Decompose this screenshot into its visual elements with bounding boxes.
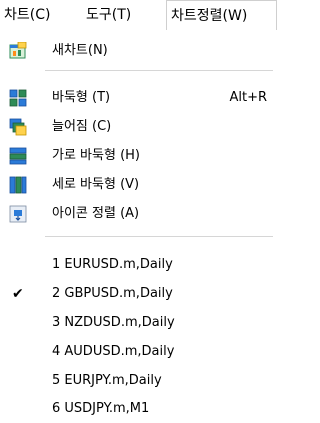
menu-bar: 차트(C) 도구(T) 차트정렬(W) <box>0 0 277 31</box>
tile-vertical-icon <box>9 176 27 194</box>
window-list-item[interactable]: 5 EURJPY.m,Daily <box>0 368 277 394</box>
menu-window[interactable]: 차트정렬(W) <box>166 0 277 31</box>
window-label: 5 EURJPY.m,Daily <box>52 373 162 388</box>
tile-icon <box>9 89 27 107</box>
cascade-icon <box>9 118 27 136</box>
menu-chart[interactable]: 차트(C) <box>0 0 80 30</box>
window-list-item-active[interactable]: ✔ 2 GBPUSD.m,Daily <box>0 281 277 307</box>
menu-item-new-chart[interactable]: 새차트(N) <box>0 38 277 64</box>
menu-item-label: 새차트(N) <box>52 43 108 58</box>
menu-item-tile[interactable]: 바둑형 (T) Alt+R <box>0 85 277 111</box>
window-list-item[interactable]: 3 NZDUSD.m,Daily <box>0 310 277 336</box>
tile-horizontal-icon <box>9 147 27 165</box>
menu-item-label: 가로 바둑형 (H) <box>52 148 140 163</box>
menu-item-arrange-icons[interactable]: 아이콘 정렬 (A) <box>0 201 277 227</box>
menu-separator <box>45 70 273 71</box>
menu-item-cascade[interactable]: 늘어짐 (C) <box>0 114 277 140</box>
check-icon: ✔ <box>12 286 24 302</box>
window-label: 4 AUDUSD.m,Daily <box>52 344 175 359</box>
menu-item-shortcut: Alt+R <box>229 90 267 105</box>
menu-separator <box>45 236 273 237</box>
window-list-item[interactable]: 1 EURUSD.m,Daily <box>0 252 277 278</box>
menu-item-tile-horizontal[interactable]: 가로 바둑형 (H) <box>0 143 277 169</box>
window-label: 6 USDJPY.m,M1 <box>52 401 150 416</box>
arrange-icons-icon <box>9 205 27 223</box>
window-label: 3 NZDUSD.m,Daily <box>52 315 175 330</box>
menu-item-label: 바둑형 (T) <box>52 90 111 105</box>
menu-item-label: 늘어짐 (C) <box>52 119 112 134</box>
window-label: 1 EURUSD.m,Daily <box>52 257 173 272</box>
new-chart-icon <box>9 41 27 60</box>
menu-item-tile-vertical[interactable]: 세로 바둑형 (V) <box>0 172 277 198</box>
window-list-item[interactable]: 6 USDJPY.m,M1 <box>0 396 277 422</box>
menu-item-label: 세로 바둑형 (V) <box>52 177 140 192</box>
menu-tools[interactable]: 도구(T) <box>82 0 164 30</box>
window-list-item[interactable]: 4 AUDUSD.m,Daily <box>0 339 277 365</box>
window-menu-dropdown: 새차트(N) 바둑형 (T) Alt+R 늘어짐 (C) 가로 바둑형 (H) … <box>0 30 277 423</box>
menu-item-label: 아이콘 정렬 (A) <box>52 206 140 221</box>
window-label: 2 GBPUSD.m,Daily <box>52 286 173 301</box>
